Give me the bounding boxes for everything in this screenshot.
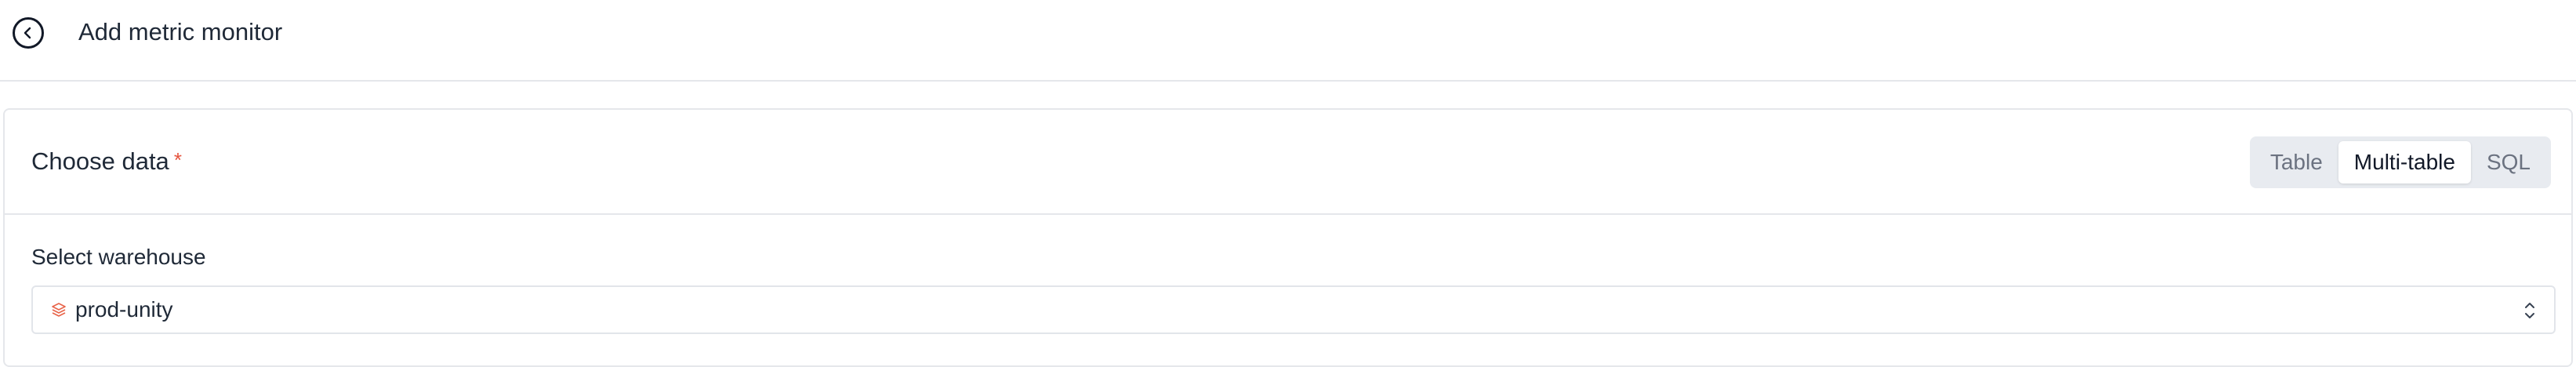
data-mode-toggle: Table Multi-table SQL — [2249, 136, 2551, 188]
back-button[interactable] — [13, 17, 44, 49]
required-asterisk: * — [173, 148, 182, 172]
warehouse-label: Select warehouse — [31, 245, 206, 269]
stacked-layers-icon — [50, 301, 67, 318]
mode-sql-button[interactable]: SQL — [2471, 141, 2546, 184]
mode-multi-table-button[interactable]: Multi-table — [2338, 141, 2471, 184]
card-header: Choose data * Table Multi-table SQL — [5, 110, 2571, 215]
mode-table-button[interactable]: Table — [2255, 141, 2338, 184]
chevron-left-icon — [24, 27, 31, 39]
warehouse-value: prod-unity — [75, 297, 173, 322]
chevron-up-down-icon — [2525, 303, 2534, 318]
section-title-text: Choose data — [31, 147, 169, 175]
section-title: Choose data * — [31, 146, 182, 177]
choose-data-card: Choose data * Table Multi-table SQL Selec… — [3, 108, 2573, 367]
page-title: Add metric monitor — [78, 18, 283, 45]
warehouse-select[interactable]: prod-unity — [31, 285, 2556, 334]
top-bar: Add metric monitor — [0, 0, 2576, 82]
